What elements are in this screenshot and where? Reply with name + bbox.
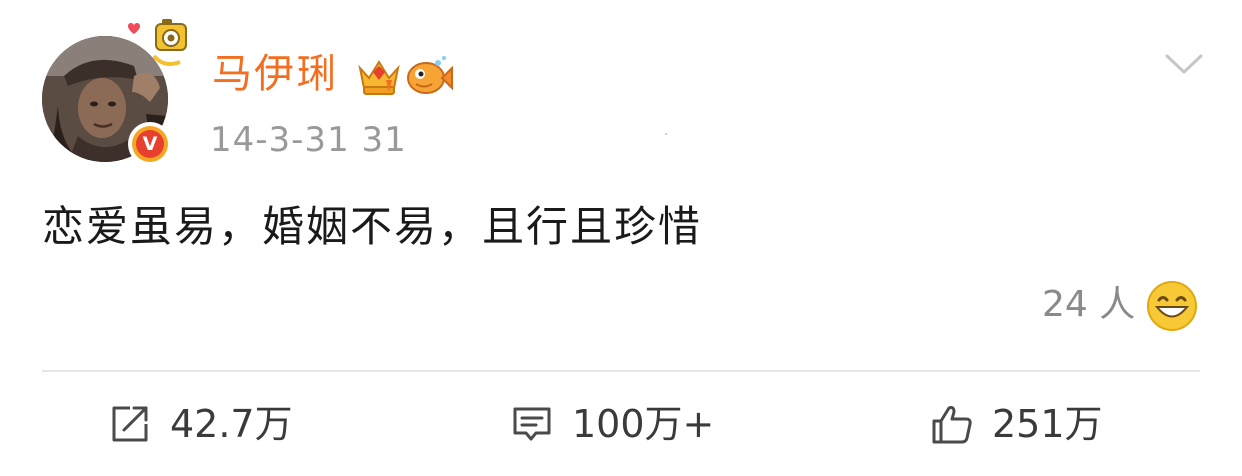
repost-count: 42.7万 (170, 402, 293, 446)
thumbs-up-icon (932, 406, 972, 444)
chevron-down-icon[interactable] (1164, 52, 1204, 76)
verified-v-icon: V (136, 130, 164, 158)
author-name[interactable]: 马伊琍 (212, 48, 338, 100)
avatar-container[interactable]: V (42, 19, 187, 166)
verified-badge: V (128, 122, 172, 166)
weibo-post-card: V 马伊琍 14-3-31 31 恋爱虽易，婚姻不易，且行且珍惜 24 人 42… (0, 0, 1242, 476)
comment-button[interactable]: 100万+ (510, 396, 714, 452)
avatar-pendant-icon (128, 19, 187, 66)
comment-icon (513, 407, 551, 441)
post-text: 恋爱虽易，婚姻不易，且行且珍惜 (42, 202, 703, 251)
comment-count: 100万+ (572, 402, 715, 446)
verified-v-badge-ring: V (132, 126, 168, 162)
like-button[interactable]: 251万 (930, 396, 1103, 452)
repost-icon (112, 406, 148, 442)
fish-badge-icon[interactable] (404, 54, 454, 98)
post-timestamp: 14-3-31 31 (210, 120, 407, 160)
grinning-face-icon[interactable] (1146, 280, 1198, 332)
crown-member-badge-icon[interactable] (356, 54, 402, 98)
artifact-dot (665, 133, 667, 135)
like-count: 251万 (992, 402, 1103, 446)
divider (42, 370, 1200, 372)
repost-button[interactable]: 42.7万 (108, 396, 293, 452)
reaction-count[interactable]: 24 人 (1042, 282, 1135, 328)
